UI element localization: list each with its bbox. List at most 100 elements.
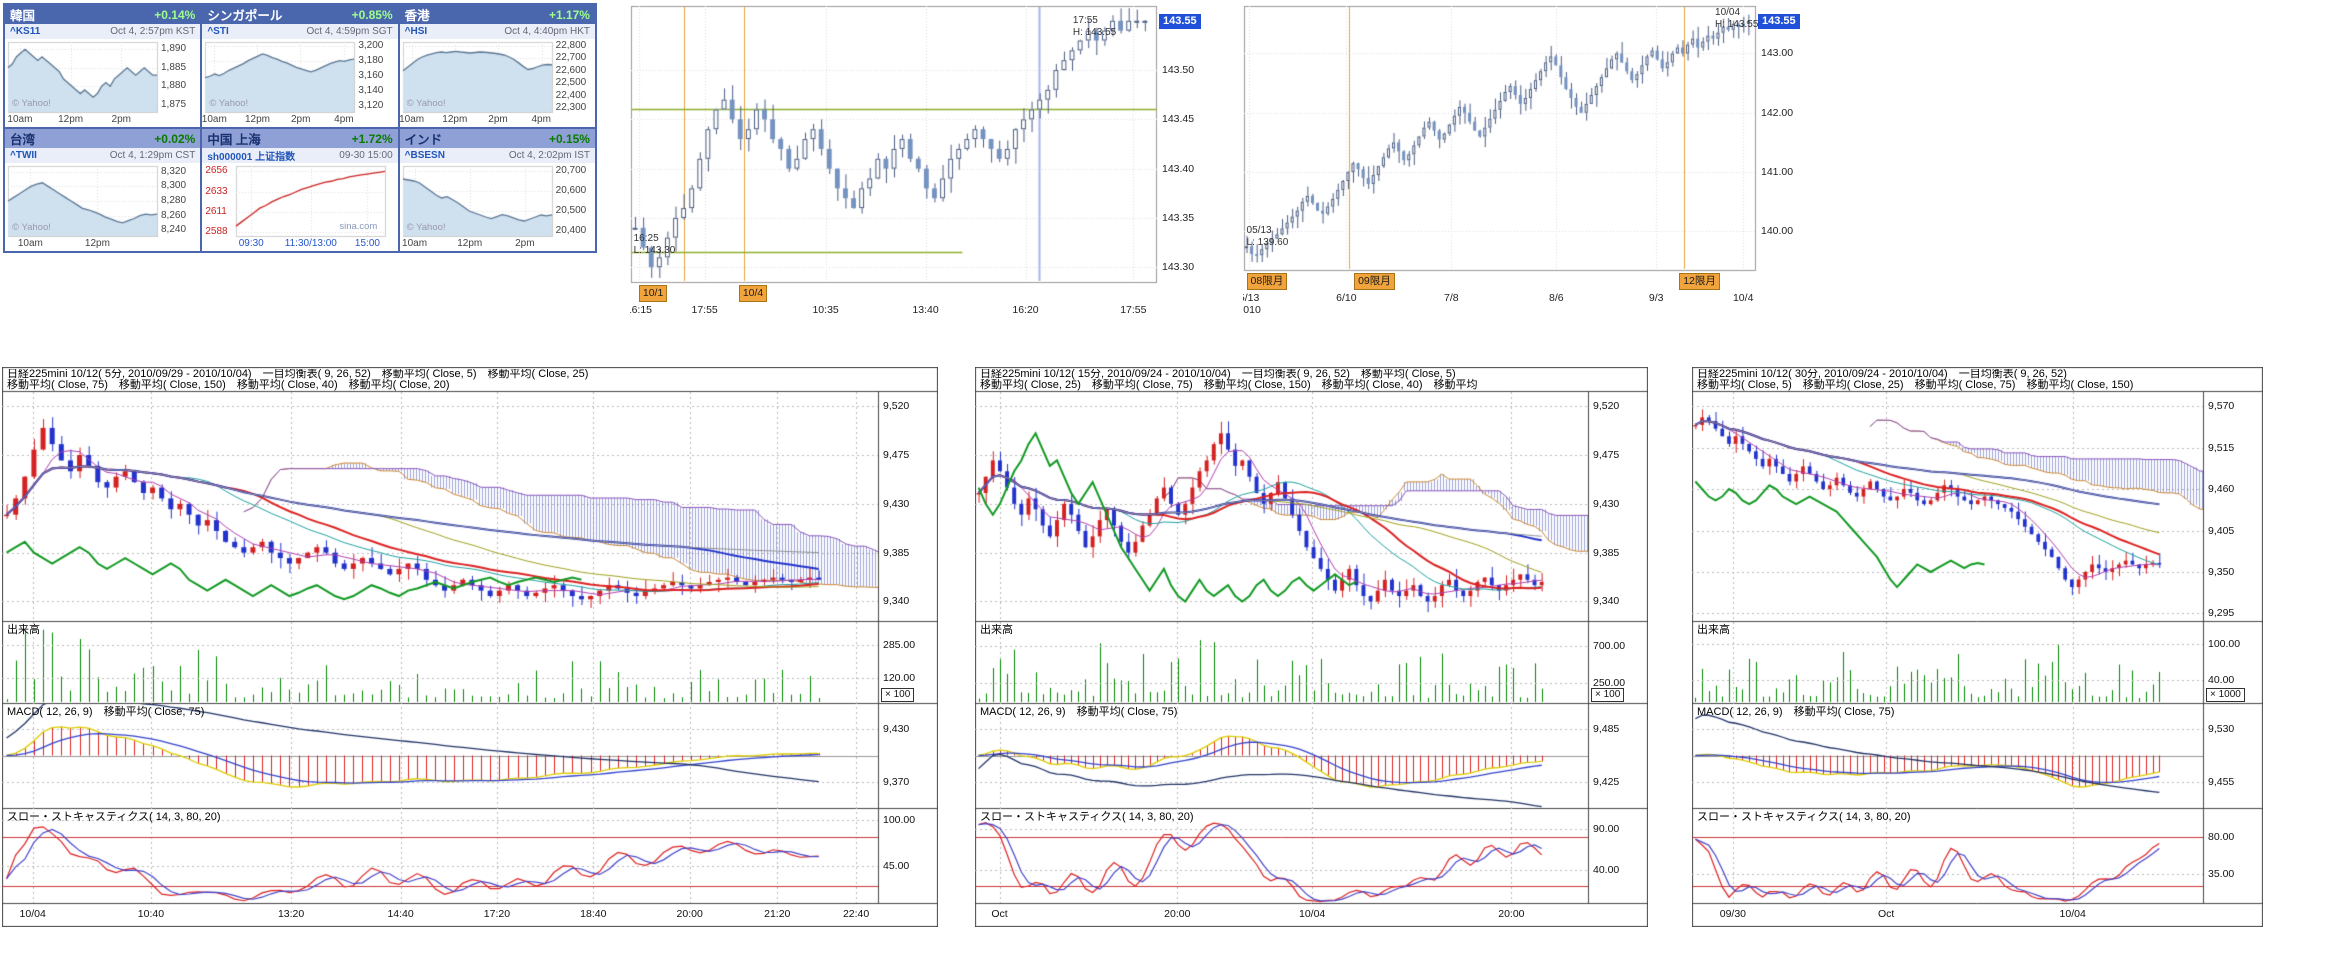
y-axis-label: 20,700 [556,166,587,176]
market-symbol-link[interactable]: sh000001 上证指数 [207,148,295,163]
x-axis-label: 13:20 [278,909,304,920]
x-axis-label: 21:20 [764,909,790,920]
market-subheader: ^KS11 Oct 4, 2:57pm KST [5,24,200,39]
x-axis-label: 10/04 [1299,909,1325,920]
y-axis-label: 9,350 [2208,567,2234,578]
x-axis-label: 2pm [515,239,534,249]
session-box: 12限月 [1679,273,1720,290]
y-axis-label: 143.45 [1162,114,1194,125]
tech-chart-15min[interactable]: 日経225mini 10/12( 15分, 2010/09/24 - 2010/… [975,367,1648,927]
y-axis-label: 2588 [205,227,227,237]
stoch-axis-label: 35.00 [2208,869,2234,880]
y-axis-label: 22,600 [556,66,587,76]
x-axis-label: 10/04 [20,909,46,920]
market-timestamp: Oct 4, 2:57pm KST [110,26,195,37]
chart-title: 日経225mini 10/12( 5分, 2010/09/29 - 2010/1… [7,369,874,391]
y-axis-label: 143.50 [1162,65,1194,76]
market-mini-chart[interactable]: 20,70020,60020,50020,40010am12pm2pm© Yah… [400,163,595,251]
macd-axis-label: 9,485 [1593,724,1619,735]
market-symbol-link[interactable]: ^BSESN [405,150,445,161]
y-axis-label: 2633 [205,187,227,197]
intraday-candlestick-chart[interactable]: 143.50143.45143.40143.35143.30143.5510/1… [630,2,1216,322]
stoch-axis-label: 100.00 [883,815,915,826]
market-change-badge: +0.14% [154,8,195,22]
y-axis-label: 1,885 [161,63,186,73]
market-subheader: ^BSESN Oct 4, 2:02pm IST [400,148,595,163]
chart-title-line2: 移動平均( Close, 5) 移動平均( Close, 25) 移動平均( C… [1697,380,2199,391]
chart-canvas[interactable] [2,367,938,927]
world-markets-grid: 韓国 +0.14% ^KS11 Oct 4, 2:57pm KST 1,8901… [3,3,597,253]
watermark: © Yahoo! [407,99,446,109]
y-axis-label: 9,405 [2208,526,2234,537]
market-header: 香港 +1.17% [400,5,595,24]
x-axis-label: 10am [400,115,424,125]
market-header: インド +0.15% [400,129,595,148]
x-axis-label: 5/13 [1243,293,1259,304]
market-mini-chart[interactable]: 8,3208,3008,2808,2608,24010am12pm© Yahoo… [5,163,200,251]
market-symbol-link[interactable]: ^STI [207,26,228,37]
y-axis-label: 143.30 [1162,262,1194,273]
y-axis-label: 20,400 [556,226,587,236]
market-name: 韓国 [10,5,35,24]
volume-axis-label: 285.00 [883,640,915,651]
market-mini-chart[interactable]: 22,80022,70022,60022,50022,40022,30010am… [400,39,595,127]
market-symbol-link[interactable]: ^TWII [10,150,37,161]
session-box: 10/4 [739,285,767,302]
x-axis-label: 8/6 [1549,293,1564,304]
tech-chart-5min[interactable]: 日経225mini 10/12( 5分, 2010/09/29 - 2010/1… [2,367,938,927]
market-symbol-link[interactable]: ^HSI [405,26,428,37]
session-box: 10/1 [639,285,667,302]
y-axis-label: 142.00 [1761,108,1793,119]
x-axis-label: Oct [1878,909,1894,920]
tech-chart-30min[interactable]: 日経225mini 10/12( 30分, 2010/09/24 - 2010/… [1692,367,2263,927]
stoch-axis-label: 90.00 [1593,824,1619,835]
x-axis-label: 13:40 [912,305,938,316]
volume-unit-box: × 1000 [2206,688,2245,702]
price-annotation: 17:55 H: 143.55 [1073,15,1116,39]
x-axis-label: 7/8 [1444,293,1459,304]
market-symbol-link[interactable]: ^KS11 [10,26,40,37]
macd-panel-label: MACD( 12, 26, 9) 移動平均( Close, 75) [980,707,1177,718]
y-axis-label: 9,430 [883,499,909,510]
stoch-axis-label: 45.00 [883,861,909,872]
volume-panel-label: 出来高 [7,625,40,636]
market-subheader: ^HSI Oct 4, 4:40pm HKT [400,24,595,39]
market-panel-korea: 韓国 +0.14% ^KS11 Oct 4, 2:57pm KST 1,8901… [5,5,200,127]
market-change-badge: +1.17% [549,8,590,22]
y-axis-label: 22,300 [556,103,587,113]
y-axis-label: 8,260 [161,211,186,221]
market-panel-taiwan: 台湾 +0.02% ^TWII Oct 4, 1:29pm CST 8,3208… [5,129,200,251]
market-subheader: ^STI Oct 4, 4:59pm SGT [202,24,397,39]
volume-axis-label: 100.00 [2208,639,2240,650]
y-axis-label: 143.00 [1761,48,1793,59]
y-axis-label: 140.00 [1761,226,1793,237]
watermark: © Yahoo! [209,99,248,109]
y-axis-label: 3,200 [358,41,383,51]
x-axis-label: 4pm [334,115,353,125]
y-axis-label: 9,430 [1593,499,1619,510]
daily-candlestick-chart[interactable]: 143.00142.00141.00140.00143.5508限月09限月12… [1243,2,1815,322]
market-mini-chart[interactable]: 1,8901,8851,8801,87510am12pm2pm© Yahoo! [5,39,200,127]
chart-canvas[interactable] [1692,367,2263,927]
volume-unit-box: × 100 [1591,688,1624,702]
chart-canvas[interactable] [1243,2,1815,322]
x-axis-label: 17:55 [1120,305,1146,316]
x-axis-label: 2pm [291,115,310,125]
y-axis-label: 9,520 [1593,401,1619,412]
x-axis-label: 17:55 [691,305,717,316]
x-axis-year-label: 2010 [1243,305,1261,316]
market-mini-chart[interactable]: 265626332611258809:3011:30/13:0015:00sin… [202,163,397,251]
x-axis-label: 11:30/13:00 [285,239,337,249]
y-axis-label: 9,515 [2208,443,2234,454]
market-change-badge: +0.85% [352,8,393,22]
macd-panel-label: MACD( 12, 26, 9) 移動平均( Close, 75) [1697,707,1894,718]
x-axis-label: 10:35 [812,305,838,316]
chart-canvas[interactable] [975,367,1648,927]
y-axis-label: 141.00 [1761,167,1793,178]
volume-axis-label: 250.00 [1593,678,1625,689]
volume-unit-box: × 100 [881,688,914,702]
market-mini-chart[interactable]: 3,2003,1803,1603,1403,12010am12pm2pm4pm©… [202,39,397,127]
market-timestamp: Oct 4, 1:29pm CST [110,150,196,161]
chart-canvas[interactable] [630,2,1216,322]
price-annotation: 10/04 H: 143.55 [1715,7,1758,31]
